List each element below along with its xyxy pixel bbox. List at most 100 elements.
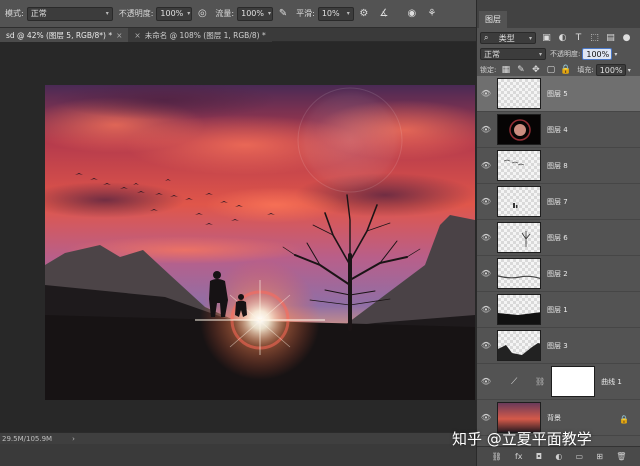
kind-filter-select[interactable]: ⌕ 类型 ▾	[480, 32, 536, 44]
trash-icon[interactable]: 🗑	[616, 452, 626, 461]
layer-row[interactable]: 👁 ⟋ ⛓ 曲线 1	[477, 364, 640, 400]
layer-thumbnail	[497, 330, 541, 361]
angle-icon[interactable]: ∡	[376, 6, 392, 22]
layer-row[interactable]: 👁 图层 5	[477, 76, 640, 112]
layer-thumbnail	[497, 78, 541, 109]
layer-row[interactable]: 👁 图层 7	[477, 184, 640, 220]
smooth-field[interactable]: 10% ▾	[317, 6, 354, 21]
layer-row[interactable]: 👁 图层 4	[477, 112, 640, 148]
pressure-size-icon[interactable]: ◉	[404, 6, 420, 22]
layer-row[interactable]: 👁 图层 2	[477, 256, 640, 292]
blend-mode-value: 正常	[484, 49, 500, 59]
canvas-area[interactable]	[0, 42, 476, 432]
layer-row[interactable]: 👁 图层 1	[477, 292, 640, 328]
group-icon[interactable]: ▭	[576, 452, 584, 461]
layer-opacity-field[interactable]: 100%	[582, 48, 613, 60]
tab-document-2[interactable]: × 未命名 @ 108% (图层 1, RGB/8) *	[128, 28, 271, 42]
new-layer-icon[interactable]: ⊞	[596, 452, 603, 461]
sunset-artwork	[45, 85, 475, 400]
layer-name: 背景	[547, 413, 561, 422]
lock-artboard-icon[interactable]: ▢	[545, 65, 556, 76]
fill-field[interactable]: 100%	[595, 64, 626, 76]
opacity-label: 不透明度:	[118, 9, 154, 18]
link-icon[interactable]: ⛓	[535, 377, 545, 386]
chevron-down-icon: ▾	[267, 10, 271, 17]
eye-icon[interactable]: 👁	[477, 413, 495, 422]
eye-icon[interactable]: 👁	[477, 341, 495, 350]
eye-icon[interactable]: 👁	[477, 161, 495, 170]
chevron-down-icon: ▾	[528, 34, 532, 42]
chevron-down-icon[interactable]: ▾	[628, 67, 631, 74]
tab-document-1[interactable]: sd @ 42% (图层 5, RGB/8*) * ×	[0, 28, 129, 42]
lock-transparent-icon[interactable]: ▦	[500, 65, 511, 76]
tabs-spacer	[271, 28, 476, 42]
lock-icon: 🔒	[619, 415, 629, 424]
eye-icon[interactable]: 👁	[477, 305, 495, 314]
layer-thumbnail	[497, 150, 541, 181]
chevron-down-icon[interactable]: ▾	[614, 51, 617, 58]
smooth-label: 平滑:	[296, 9, 315, 18]
search-icon: ⌕	[484, 33, 489, 42]
symmetry-icon[interactable]: ⚘	[424, 6, 440, 22]
mode-label: 模式:	[5, 9, 24, 18]
layer-mask-thumbnail	[551, 366, 596, 397]
close-icon[interactable]: ×	[134, 31, 140, 40]
layer-thumbnail	[497, 186, 541, 217]
layer-name: 图层 5	[547, 89, 568, 98]
fill-label: 填充:	[577, 66, 594, 74]
shape-filter-icon[interactable]: ⬚	[589, 33, 600, 44]
document-image[interactable]	[45, 85, 475, 400]
flow-label: 流量:	[215, 9, 235, 18]
close-icon[interactable]: ×	[116, 31, 122, 40]
panel-tabs: 图层	[477, 0, 640, 28]
mask-icon[interactable]: ◘	[536, 452, 542, 461]
layer-row[interactable]: 👁 图层 8	[477, 148, 640, 184]
adjustment-icon[interactable]: ◐	[555, 452, 562, 461]
blend-mode-select[interactable]: 正常 ▾	[480, 48, 546, 60]
layer-name: 图层 7	[547, 197, 568, 206]
layer-thumbnail	[497, 114, 541, 145]
lock-all-icon[interactable]: 🔒	[560, 65, 571, 76]
flow-field[interactable]: 100% ▾	[237, 6, 274, 21]
figures-thumbnail	[513, 203, 518, 208]
pixel-filter-icon[interactable]: ▣	[541, 33, 552, 44]
airbrush-icon[interactable]: ✎	[275, 6, 291, 22]
tree-thumbnail	[521, 231, 531, 247]
bottom-area	[0, 444, 476, 466]
gear-icon[interactable]: ⚙	[356, 6, 372, 22]
chevron-right-icon[interactable]: ›	[72, 435, 75, 443]
lock-position-icon[interactable]: ✥	[530, 65, 541, 76]
smart-object-filter-icon[interactable]: ▤	[605, 33, 616, 44]
layers-panel: 图层 ⌕ 类型 ▾ ▣ ◐ T ⬚ ▤ ● 正常 ▾ 不透明度: 100% ▾ …	[476, 0, 640, 466]
layers-list: 👁 图层 5 👁 图层 4 👁 图层 8 👁 图层 7 👁 图层 6 👁 图层 …	[477, 76, 640, 438]
layer-name: 图层 3	[547, 341, 568, 350]
eye-icon[interactable]: 👁	[477, 89, 495, 98]
eye-icon[interactable]: 👁	[477, 377, 495, 386]
fx-icon[interactable]: fx	[515, 452, 523, 461]
layer-row[interactable]: 👁 图层 6	[477, 220, 640, 256]
mode-select[interactable]: 正常 ▾	[26, 6, 113, 21]
eye-icon[interactable]: 👁	[477, 269, 495, 278]
layer-row[interactable]: 👁 图层 3	[477, 328, 640, 364]
adjustment-filter-icon[interactable]: ◐	[557, 33, 568, 44]
eye-icon[interactable]: 👁	[477, 197, 495, 206]
layer-thumbnail	[497, 294, 541, 325]
opacity-field[interactable]: 100% ▾	[156, 6, 193, 21]
layer-name: 曲线 1	[601, 377, 622, 386]
lock-image-icon[interactable]: ✎	[515, 65, 526, 76]
lock-label: 锁定:	[480, 66, 497, 74]
layer-name: 图层 6	[547, 233, 568, 242]
lens-flare-thumbnail	[509, 119, 531, 141]
layer-name: 图层 4	[547, 125, 568, 134]
type-filter-icon[interactable]: T	[573, 33, 584, 44]
tab-layers[interactable]: 图层	[479, 11, 507, 28]
link-layers-icon[interactable]: ⛓	[492, 452, 502, 461]
eye-icon[interactable]: 👁	[477, 125, 495, 134]
filter-toggle-icon[interactable]: ●	[621, 33, 632, 44]
ridge-thumbnail	[498, 275, 540, 280]
filter-row: ⌕ 类型 ▾ ▣ ◐ T ⬚ ▤ ●	[477, 30, 640, 46]
pressure-opacity-icon[interactable]: ◎	[194, 6, 210, 22]
eye-icon[interactable]: 👁	[477, 233, 495, 242]
tab-label: 未命名 @ 108% (图层 1, RGB/8) *	[144, 30, 266, 40]
chevron-down-icon: ▾	[538, 50, 542, 58]
